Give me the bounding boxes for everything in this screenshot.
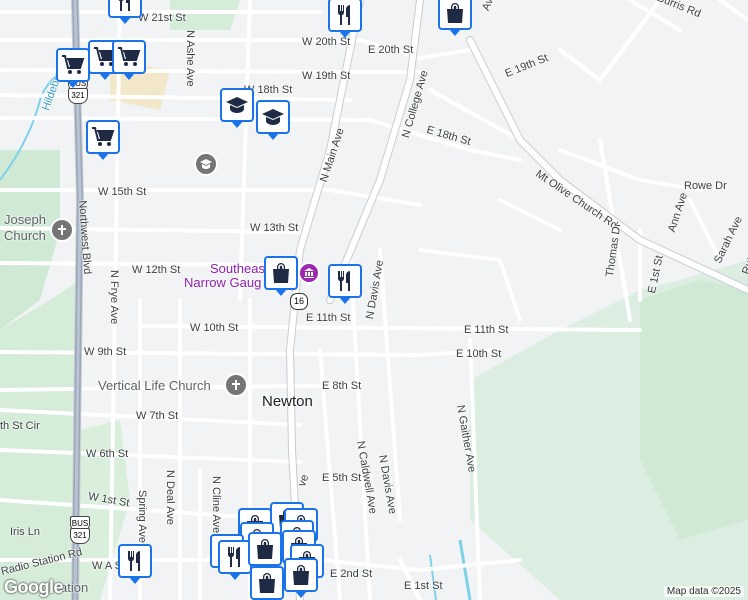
street-label-ndeal: N Deal Ave (164, 470, 176, 525)
shopping-cart-marker[interactable] (56, 48, 90, 88)
restaurant-marker[interactable] (328, 0, 362, 38)
poi-label-joseph: Joseph (4, 212, 46, 227)
street-label-e2: E 2nd St (330, 568, 373, 580)
shopping-cart-icon (115, 43, 143, 71)
restaurant-icon (111, 0, 139, 15)
restaurant-marker[interactable] (328, 264, 362, 304)
shopping-cart-marker[interactable] (112, 40, 146, 80)
street-label-e11: E 11th St (306, 312, 351, 324)
shopping-bag-icon (267, 259, 295, 287)
street-label-e8: E 8th St (322, 380, 362, 392)
restaurant-icon (221, 543, 249, 571)
school-icon (259, 103, 287, 131)
museum-icon[interactable] (298, 262, 320, 284)
school-icon (223, 91, 251, 119)
street-label-w9: W 9th St (84, 346, 127, 358)
us-321-shield-lower: 321 (70, 528, 90, 544)
street-label-w7: W 7th St (136, 410, 179, 422)
restaurant-icon (121, 547, 149, 575)
street-label-ncline: N Cline Ave (210, 476, 222, 534)
church-icon[interactable] (224, 373, 248, 397)
us-321-shield: 321 (68, 88, 88, 104)
street-label-w10: W 10th St (190, 322, 239, 334)
restaurant-marker[interactable] (218, 540, 252, 580)
street-label-spring: Spring Ave (136, 490, 148, 544)
school-marker[interactable] (220, 88, 254, 128)
street-label-e1: E 1st St (404, 580, 443, 592)
shopping-cart-icon (59, 51, 87, 79)
poi-label-southeast: Southeas (210, 261, 265, 276)
street-label-e20: E 20th St (368, 44, 414, 56)
school-marker[interactable] (256, 100, 290, 140)
shopping-cart-icon (89, 123, 117, 151)
street-label-w19: W 19th St (302, 70, 351, 82)
school-icon[interactable] (194, 152, 218, 176)
google-logo: Google (4, 577, 64, 597)
restaurant-marker[interactable] (118, 544, 152, 584)
street-label-e10: E 10th St (456, 348, 502, 360)
poi-label-station: ation (60, 580, 89, 595)
shopping-bag-icon (287, 561, 315, 589)
shopping-bag-marker[interactable] (438, 0, 472, 36)
street-label-w12: W 12th St (132, 264, 181, 276)
street-label-w21: W 21st St (138, 12, 186, 24)
poi-label-narrow-gauge: Narrow Gaug (184, 275, 262, 290)
shopping-bag-icon (441, 0, 469, 27)
shopping-bag-marker[interactable] (250, 566, 284, 600)
map-canvas[interactable]: W 21st St W 20th St E 20th St W 19th St … (0, 0, 748, 600)
restaurant-icon (331, 1, 359, 29)
nc-16-shield: 16 (290, 293, 308, 310)
poi-label-church: Church (4, 228, 46, 243)
street-label-rowe: Rowe Dr (684, 180, 727, 192)
shopping-bag-marker[interactable] (264, 256, 298, 296)
street-label-w15: W 15th St (98, 186, 147, 198)
street-label-iris: Iris Ln (10, 526, 40, 538)
shopping-bag-marker[interactable] (284, 558, 318, 598)
city-label-newton: Newton (262, 393, 313, 410)
poi-label-vertical-life-church: Vertical Life Church (98, 378, 211, 393)
church-icon[interactable] (50, 218, 74, 242)
street-label-nashe: N Ashe Ave (184, 30, 196, 87)
shopping-bag-icon (251, 535, 279, 563)
restaurant-marker[interactable] (108, 0, 142, 24)
restaurant-icon (331, 267, 359, 295)
shopping-bag-icon (253, 569, 281, 597)
street-label-w13: W 13th St (250, 222, 299, 234)
street-label-nfrye: N Frye Ave (108, 270, 120, 325)
street-label-w6: W 6th St (86, 448, 129, 460)
shopping-bag-marker[interactable] (248, 532, 282, 572)
shopping-cart-marker[interactable] (86, 120, 120, 160)
map-attribution: Map data ©2025 (663, 586, 744, 597)
street-label-th-cir: th St Cir (0, 420, 40, 432)
street-label-e11b: E 11th St (464, 324, 509, 336)
street-label-e5: E 5th St (322, 472, 362, 484)
